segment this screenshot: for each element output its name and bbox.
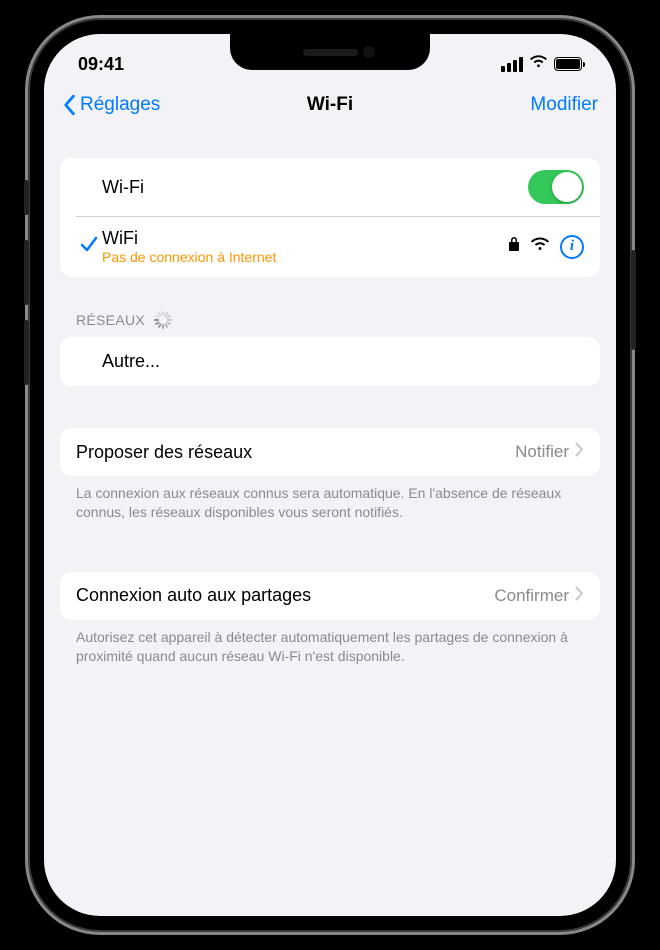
battery-icon [554,57,582,71]
hotspot-footer: Autorisez cet appareil à détecter automa… [60,620,600,674]
edit-button[interactable]: Modifier [530,94,598,116]
wifi-signal-icon [530,236,550,257]
front-camera [363,46,375,58]
connected-network-status: Pas de connexion à Internet [102,249,508,265]
ask-join-row[interactable]: Proposer des réseaux Notifier [60,428,600,476]
status-icons [501,54,582,74]
phone-frame: 09:41 Réglages Wi-Fi Modifier Wi-Fi [30,20,630,930]
back-label: Réglages [80,94,160,116]
ask-join-footer: La connexion aux réseaux connus sera aut… [60,476,600,530]
screen: 09:41 Réglages Wi-Fi Modifier Wi-Fi [44,34,616,916]
info-icon[interactable]: i [560,235,584,259]
other-network-row[interactable]: Autre... [60,337,600,386]
volume-up-button [24,240,29,305]
other-network-label: Autre... [102,351,584,372]
speaker [303,49,358,56]
chevron-right-icon [575,442,584,462]
mute-switch [24,180,29,215]
networks-group: Autre... [60,337,600,386]
chevron-left-icon [62,94,76,116]
wifi-toggle[interactable] [528,170,584,204]
back-button[interactable]: Réglages [62,94,160,116]
hotspot-row[interactable]: Connexion auto aux partages Confirmer [60,572,600,620]
wifi-toggle-label: Wi-Fi [102,177,528,198]
networks-header-label: RÉSEAUX [76,312,145,328]
wifi-status-icon [529,54,548,74]
notch [230,34,430,70]
hotspot-label: Connexion auto aux partages [76,585,311,606]
connected-network-row[interactable]: WiFi Pas de connexion à Internet i [60,216,600,277]
hotspot-group: Connexion auto aux partages Confirmer [60,572,600,620]
connected-network-name: WiFi [102,228,508,249]
hotspot-value: Confirmer [494,586,569,606]
ask-join-label: Proposer des réseaux [76,442,515,463]
nav-title: Wi-Fi [307,94,353,116]
wifi-group: Wi-Fi WiFi Pas de connexion à Internet [60,158,600,277]
power-button [631,250,636,350]
chevron-right-icon [575,586,584,606]
volume-down-button [24,320,29,385]
checkmark-icon [80,235,98,258]
wifi-toggle-row: Wi-Fi [60,158,600,216]
nav-bar: Réglages Wi-Fi Modifier [44,84,616,130]
spinner-icon [153,311,171,329]
networks-header: RÉSEAUX [60,277,600,337]
cellular-signal-icon [501,57,523,72]
lock-icon [508,236,520,257]
ask-join-value: Notifier [515,442,569,462]
status-time: 09:41 [78,54,124,75]
ask-join-group: Proposer des réseaux Notifier [60,428,600,476]
